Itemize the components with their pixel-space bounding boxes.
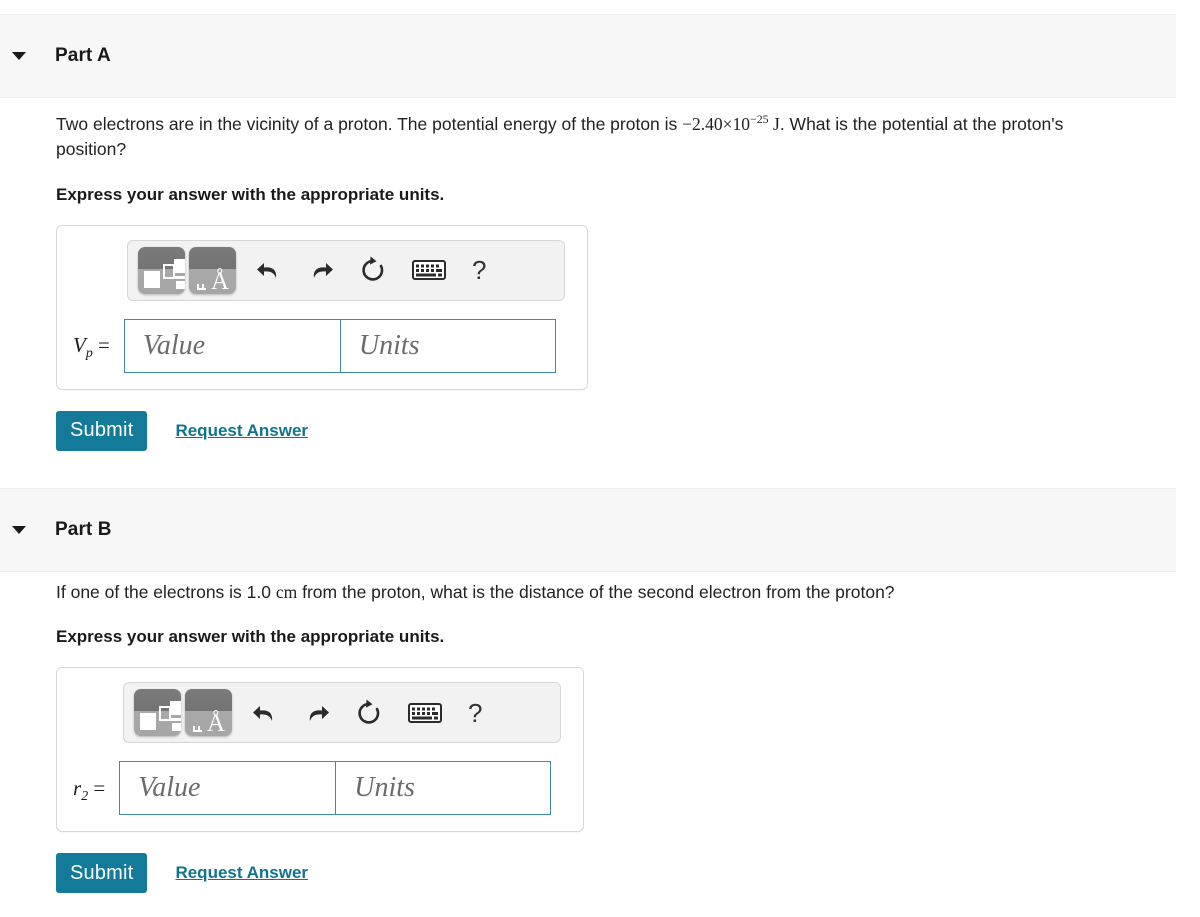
instruction-b: Express your answer with the appropriate…	[56, 627, 445, 647]
reset-icon[interactable]	[356, 253, 390, 287]
units-input-a[interactable]	[339, 318, 556, 373]
help-question-icon[interactable]: ?	[468, 700, 482, 726]
part-header-inner-b: Part B	[0, 519, 112, 541]
undo-icon[interactable]	[252, 253, 286, 287]
question-text-b: If one of the electrons is 1.0 cm from t…	[56, 580, 1131, 605]
problem-page: Part A Two electrons are in the vicinity…	[0, 0, 1200, 917]
answer-input-row-a: Vp =	[57, 318, 587, 373]
redo-icon[interactable]	[304, 253, 338, 287]
instruction-a: Express your answer with the appropriate…	[56, 184, 445, 204]
keyboard-icon[interactable]	[406, 696, 444, 730]
question-text-after-b: from the proton, what is the distance of…	[297, 582, 895, 602]
question-text-a: Two electrons are in the vicinity of a p…	[56, 112, 1131, 163]
question-math-unit-a: J	[768, 114, 780, 134]
value-input-b[interactable]	[119, 761, 336, 816]
variable-subscript-a: p	[85, 345, 93, 361]
part-header-inner-a: Part A	[0, 45, 111, 67]
caret-down-icon[interactable]	[8, 525, 30, 535]
redo-icon[interactable]	[300, 696, 334, 730]
caret-down-icon[interactable]	[8, 51, 30, 61]
answer-box-a: Å ? Vp = Value Units	[56, 224, 588, 390]
math-toolbar-a: Å ?	[127, 239, 565, 301]
question-math-exponent-a: −25	[750, 112, 769, 127]
variable-equals-a: =	[92, 333, 110, 358]
part-header-b: Part B	[0, 488, 1176, 572]
part-body-b: If one of the electrons is 1.0 cm from t…	[0, 580, 1200, 894]
part-body-a: Two electrons are in the vicinity of a p…	[0, 112, 1200, 451]
part-title-a: Part A	[55, 45, 111, 66]
question-math-value-a: −2.40×10	[682, 114, 751, 134]
units-angstrom-icon[interactable]: Å	[189, 246, 236, 294]
variable-symbol-a: V	[73, 333, 86, 358]
units-angstrom-icon[interactable]: Å	[185, 689, 232, 737]
help-question-icon[interactable]: ?	[472, 257, 486, 283]
keyboard-icon[interactable]	[410, 253, 448, 287]
question-text-before-b: If one of the electrons is 1.0	[56, 582, 276, 602]
part-header-a: Part A	[0, 14, 1176, 98]
reset-icon[interactable]	[352, 696, 386, 730]
units-angstrom-glyph: Å	[207, 710, 226, 737]
units-input-b[interactable]	[335, 761, 552, 816]
question-text-before-a: Two electrons are in the vicinity of a p…	[56, 114, 683, 134]
undo-icon[interactable]	[248, 696, 282, 730]
variable-label-a: Vp =	[73, 333, 110, 361]
math-template-icon[interactable]	[134, 689, 181, 737]
variable-equals-b: =	[88, 775, 106, 800]
part-title-b: Part B	[55, 519, 112, 540]
math-template-icon[interactable]	[138, 246, 185, 294]
submit-button-a[interactable]: Submit	[56, 410, 148, 451]
variable-symbol-b: r	[73, 775, 82, 800]
actions-b: Submit Request Answer	[56, 853, 1200, 894]
answer-input-row-b: r2 =	[57, 761, 583, 816]
question-math-value-b: cm	[275, 582, 298, 602]
math-toolbar-b: Å ?	[123, 682, 561, 744]
answer-box-b: Å ? r2 = Value Units	[56, 667, 584, 833]
actions-a: Submit Request Answer	[56, 410, 1200, 451]
request-answer-link-b[interactable]: Request Answer	[175, 863, 308, 883]
request-answer-link-a[interactable]: Request Answer	[175, 421, 308, 441]
value-input-a[interactable]	[123, 318, 340, 373]
submit-button-b[interactable]: Submit	[56, 853, 148, 894]
variable-label-b: r2 =	[73, 775, 106, 803]
units-angstrom-glyph: Å	[211, 267, 230, 294]
